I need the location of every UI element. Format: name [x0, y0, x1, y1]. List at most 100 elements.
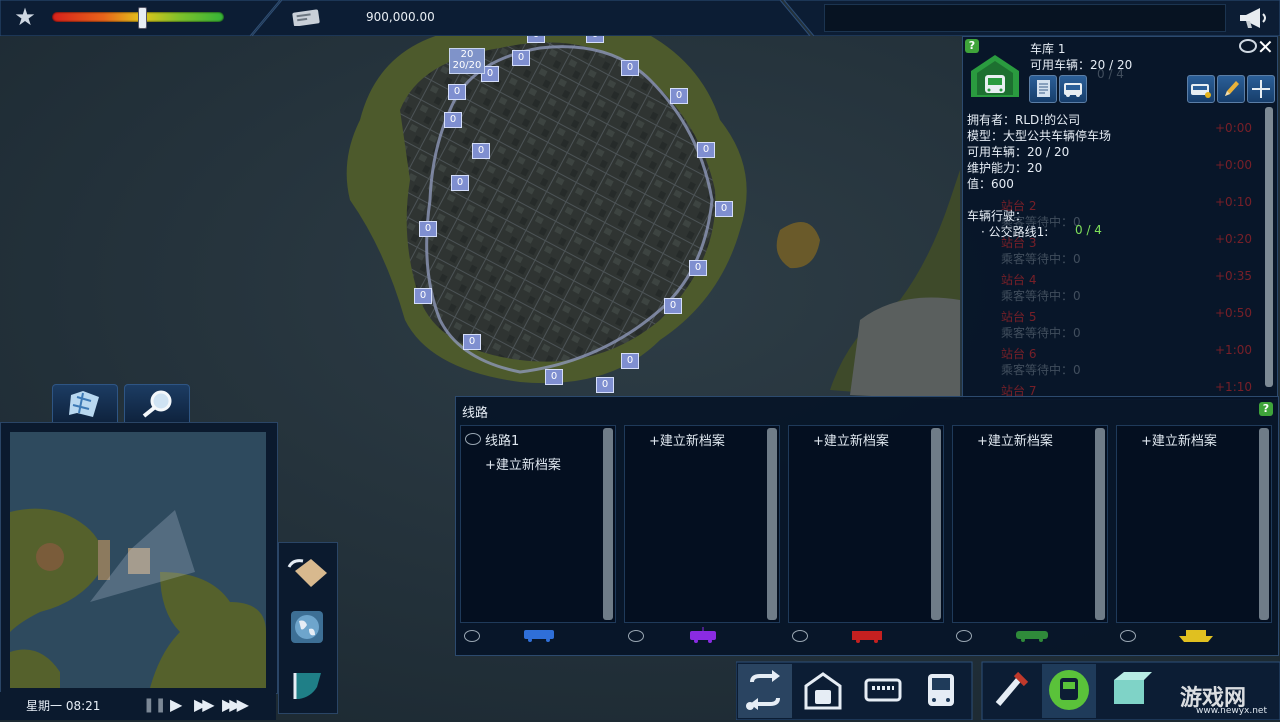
stop-marker[interactable]: 0	[512, 50, 530, 66]
pause-icon[interactable]: ❚❚	[143, 697, 166, 713]
column-scrollbar[interactable]	[1259, 428, 1269, 620]
megaphone-icon[interactable]	[1236, 6, 1270, 30]
garage-icon	[804, 672, 842, 710]
column-scrollbar[interactable]	[767, 428, 777, 620]
line-column[interactable]: +建立新档案	[624, 425, 780, 623]
stop-marker[interactable]: 0	[697, 142, 715, 158]
map-icon	[69, 391, 99, 417]
ghost-station-sub: 乘客等待中：0	[1001, 363, 1081, 377]
fast-forward-icon[interactable]: ▶▶	[194, 695, 215, 714]
lines-help-button[interactable]: ?	[1259, 402, 1273, 416]
news-ticker[interactable]	[824, 4, 1226, 32]
stop-marker[interactable]: 0	[463, 334, 481, 350]
info-sheet-icon	[1037, 80, 1050, 97]
star-icon[interactable]: ★	[12, 4, 38, 30]
bus-stop-button[interactable]	[856, 662, 910, 718]
pencil-icon	[1225, 81, 1239, 96]
globe-icon[interactable]	[289, 609, 325, 645]
eye-icon[interactable]	[465, 433, 481, 445]
new-line-button[interactable]: +建立新档案	[813, 430, 889, 449]
bus-stop-icon	[864, 678, 902, 702]
eye-icon[interactable]	[464, 630, 480, 642]
stop-marker[interactable]: 0	[444, 112, 462, 128]
new-line-button[interactable]: +建立新档案	[977, 430, 1053, 449]
line-column[interactable]: +建立新档案	[788, 425, 944, 623]
route-entry-label[interactable]: · 公交路线1:	[981, 223, 1048, 240]
depot-map-marker[interactable]: 20 20/20	[449, 48, 485, 74]
depot-owner: 拥有者：RLD!的公司	[967, 113, 1081, 127]
help-button[interactable]: ?	[965, 39, 979, 53]
new-line-button[interactable]: +建立新档案	[1141, 430, 1217, 449]
tab-search[interactable]	[124, 384, 190, 423]
stop-marker[interactable]: 0	[715, 201, 733, 217]
tab-map[interactable]	[52, 384, 118, 423]
stop-marker[interactable]: 0	[451, 175, 469, 191]
line-column-footer	[624, 625, 778, 647]
ghost-station-sub: 乘客等待中：0	[1001, 289, 1081, 303]
eye-icon[interactable]	[956, 630, 972, 642]
garage-button[interactable]	[796, 662, 850, 718]
stop-marker[interactable]: 0	[621, 60, 639, 76]
line-name[interactable]: 线路1	[485, 430, 519, 449]
metro-type-icon[interactable]	[1014, 627, 1050, 645]
box-icon	[1114, 672, 1152, 704]
routes-button[interactable]	[738, 662, 792, 718]
new-line-button[interactable]: +建立新档案	[649, 430, 725, 449]
approval-meter-knob	[138, 7, 148, 29]
info-sheet-button[interactable]	[1029, 75, 1057, 103]
bus-icon	[1064, 83, 1082, 97]
move-button[interactable]	[1247, 75, 1275, 103]
eye-icon[interactable]	[628, 630, 644, 642]
watermark-url: www.newyx.net	[1196, 706, 1268, 716]
flag-icon[interactable]	[291, 669, 325, 703]
stop-marker[interactable]: 0	[664, 298, 682, 314]
tram-type-icon[interactable]	[686, 627, 722, 645]
stop-marker[interactable]: 0	[448, 84, 466, 100]
column-scrollbar[interactable]	[931, 428, 941, 620]
stop-marker[interactable]: 0	[689, 260, 707, 276]
new-line-button[interactable]: +建立新档案	[485, 454, 561, 473]
column-scrollbar[interactable]	[603, 428, 613, 620]
eye-icon[interactable]	[792, 630, 808, 642]
stop-marker[interactable]: 0	[621, 353, 639, 369]
stop-marker[interactable]: 0	[414, 288, 432, 304]
line-column[interactable]: +建立新档案	[952, 425, 1108, 623]
vehicle-list-button[interactable]	[1059, 75, 1087, 103]
terrain-icon[interactable]	[285, 551, 331, 591]
rename-button[interactable]	[1217, 75, 1245, 103]
stop-marker[interactable]: 0	[472, 143, 490, 159]
fastest-forward-icon[interactable]: ▶▶▶	[222, 695, 249, 714]
box-button[interactable]	[1104, 662, 1158, 718]
bus-garage-icon	[971, 55, 1019, 97]
depot-marker-count: 20	[460, 49, 474, 60]
panel-scrollbar[interactable]	[1265, 107, 1273, 387]
ghost-station-sub: 乘客等待中：0	[1001, 252, 1081, 266]
line-column[interactable]: +建立新档案	[1116, 425, 1272, 623]
stop-marker[interactable]: 0	[596, 377, 614, 393]
buy-bus-button[interactable]	[1187, 75, 1215, 103]
money-value: 900,000.00	[366, 10, 435, 24]
train-type-icon[interactable]	[850, 627, 886, 645]
line-column[interactable]: 线路1 +建立新档案	[460, 425, 616, 623]
stop-marker[interactable]: 0	[419, 221, 437, 237]
ferry-type-icon[interactable]	[1178, 627, 1214, 645]
minimap[interactable]	[10, 432, 266, 688]
ghost-time: +0:10	[1215, 195, 1253, 209]
active-bus-button[interactable]	[1042, 662, 1096, 718]
stop-marker[interactable]: 0	[545, 369, 563, 385]
date-time: 星期一 08:21	[26, 699, 101, 713]
ghost-station-name: 站台 5	[1001, 310, 1037, 324]
column-scrollbar[interactable]	[1095, 428, 1105, 620]
tools-button[interactable]	[984, 662, 1038, 718]
play-icon[interactable]: ▶	[170, 695, 182, 714]
bus-type-icon[interactable]	[522, 627, 558, 645]
depot-maintenance: 维护能力：20	[967, 161, 1043, 175]
eye-icon[interactable]	[1120, 630, 1136, 642]
stop-marker[interactable]: 0	[670, 88, 688, 104]
vehicle-button[interactable]	[914, 662, 968, 718]
ghost-station-name: 站台 6	[1001, 347, 1037, 361]
eye-icon[interactable]	[1239, 39, 1257, 53]
lines-panel: 线路 ? 线路1 +建立新档案 +建立新档案 +建立新档案 +建立新档案 +建立新档案	[455, 396, 1279, 656]
close-icon[interactable]: ✕	[1257, 35, 1274, 59]
tools-icon	[995, 671, 1029, 706]
